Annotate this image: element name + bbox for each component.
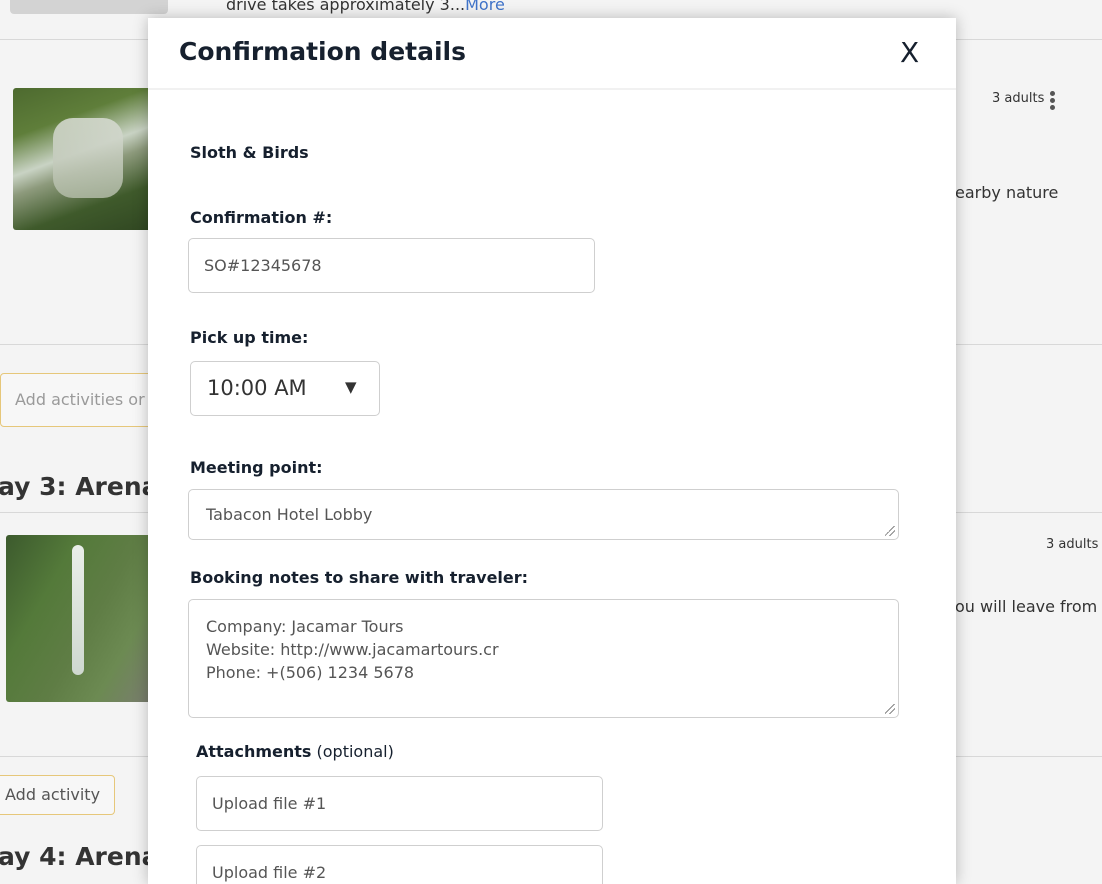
chevron-down-icon: ▼ xyxy=(345,378,357,396)
meeting-point-value: Tabacon Hotel Lobby xyxy=(206,505,373,524)
resize-handle-icon[interactable] xyxy=(885,704,895,714)
resize-handle-icon[interactable] xyxy=(885,526,895,536)
confirmation-number-input[interactable] xyxy=(188,238,595,293)
notes-line: Website: http://www.jacamartours.cr xyxy=(206,640,499,659)
pickup-time-select[interactable]: 10:00 AM ▼ xyxy=(190,361,380,416)
activity-name: Sloth & Birds xyxy=(190,143,309,162)
pickup-time-value: 10:00 AM xyxy=(207,376,307,400)
confirmation-label: Confirmation #: xyxy=(190,208,333,227)
modal-title: Confirmation details xyxy=(179,37,466,66)
confirmation-details-modal: Confirmation details X Sloth & Birds Con… xyxy=(148,18,956,884)
meeting-point-field[interactable]: Tabacon Hotel Lobby xyxy=(188,489,899,540)
booking-notes-field[interactable]: Company: Jacamar Tours Website: http://w… xyxy=(188,599,899,718)
notes-line: Company: Jacamar Tours xyxy=(206,617,404,636)
close-button[interactable]: X xyxy=(900,36,919,69)
meeting-point-label: Meeting point: xyxy=(190,458,323,477)
upload-file-1-button[interactable]: Upload file #1 xyxy=(196,776,603,831)
modal-header: Confirmation details X xyxy=(148,18,956,90)
upload-file-2-button[interactable]: Upload file #2 xyxy=(196,845,603,884)
pickup-time-label: Pick up time: xyxy=(190,328,309,347)
notes-line: Phone: +(506) 1234 5678 xyxy=(206,663,415,682)
attachments-label: Attachments (optional) xyxy=(196,742,394,761)
booking-notes-label: Booking notes to share with traveler: xyxy=(190,568,529,587)
